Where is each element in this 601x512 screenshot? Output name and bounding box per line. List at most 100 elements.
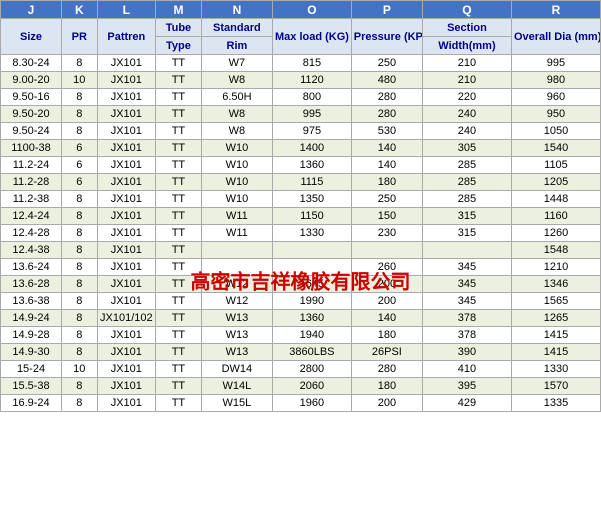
col-o-letter: O [272, 1, 351, 19]
table-cell: 12.4-38 [1, 242, 62, 259]
table-cell: JX101 [97, 106, 155, 123]
table-cell: 305 [422, 140, 511, 157]
table-cell: 995 [511, 55, 600, 72]
table-cell: JX101 [97, 89, 155, 106]
table-cell: 1570 [511, 378, 600, 395]
table-cell: 8 [62, 395, 98, 412]
table-cell: 140 [351, 157, 422, 174]
table-cell: 11.2-38 [1, 191, 62, 208]
table-cell: W11 [201, 208, 272, 225]
table-cell: W13 [201, 310, 272, 327]
table-cell: 975 [272, 123, 351, 140]
table-cell: JX101 [97, 191, 155, 208]
rim-subheader: Rim [201, 37, 272, 55]
table-row: 11.2-246JX101TTW1013601402851105 [1, 157, 601, 174]
table-cell: TT [156, 327, 202, 344]
maxload-header: Max load (KG) [272, 19, 351, 55]
table-cell: 285 [422, 157, 511, 174]
table-cell: TT [156, 174, 202, 191]
table-cell: 1940 [272, 327, 351, 344]
table-cell: JX101 [97, 276, 155, 293]
table-cell: W10 [201, 140, 272, 157]
table-cell: 14.9-28 [1, 327, 62, 344]
table-row: 11.2-388JX101TTW1013502502851448 [1, 191, 601, 208]
table-cell: 13.6-38 [1, 293, 62, 310]
table-cell: W13 [201, 327, 272, 344]
column-letters-row: J K L M N O P Q R [1, 1, 601, 19]
table-cell: JX101 [97, 361, 155, 378]
table-cell: 1260 [511, 225, 600, 242]
table-cell: 980 [511, 72, 600, 89]
table-cell: 8 [62, 191, 98, 208]
table-cell: W8 [201, 106, 272, 123]
table-cell: 6 [62, 174, 98, 191]
table-cell: JX101 [97, 174, 155, 191]
table-cell: 9.00-20 [1, 72, 62, 89]
table-cell [351, 242, 422, 259]
table-cell: 140 [351, 140, 422, 157]
table-cell [201, 259, 272, 276]
table-cell: W11 [201, 225, 272, 242]
table-cell: 1565 [511, 293, 600, 310]
table-cell: 395 [422, 378, 511, 395]
col-l-letter: L [97, 1, 155, 19]
table-cell: 1350 [272, 191, 351, 208]
table-cell: DW14 [201, 361, 272, 378]
table-cell: 2800 [272, 361, 351, 378]
table-cell: 12.4-24 [1, 208, 62, 225]
table-cell [422, 242, 511, 259]
table-cell: JX101 [97, 378, 155, 395]
table-cell: 345 [422, 276, 511, 293]
table-cell: 390 [422, 344, 511, 361]
table-cell: 6 [62, 157, 98, 174]
table-cell: 1335 [511, 395, 600, 412]
table-cell: 530 [351, 123, 422, 140]
table-cell: 9.50-24 [1, 123, 62, 140]
spreadsheet-container: J K L M N O P Q R Size PR Pattren Tube S… [0, 0, 601, 412]
table-cell: W10 [201, 191, 272, 208]
table-cell: JX101/102 [97, 310, 155, 327]
table-cell: 16.9-24 [1, 395, 62, 412]
table-cell: 280 [351, 89, 422, 106]
table-cell: 180 [351, 327, 422, 344]
table-cell: 815 [272, 55, 351, 72]
table-cell: TT [156, 310, 202, 327]
data-table: J K L M N O P Q R Size PR Pattren Tube S… [0, 0, 601, 412]
table-cell: JX101 [97, 55, 155, 72]
table-cell: 285 [422, 191, 511, 208]
col-k-letter: K [62, 1, 98, 19]
table-cell: 240 [422, 123, 511, 140]
table-cell: 1100-38 [1, 140, 62, 157]
pressure-header: Pressure (KPa) [351, 19, 422, 55]
tube-header: Tube [156, 19, 202, 37]
table-cell: 1265 [511, 310, 600, 327]
table-cell: 8 [62, 276, 98, 293]
table-cell: JX101 [97, 123, 155, 140]
table-cell: 1415 [511, 344, 600, 361]
table-cell: 200 [351, 293, 422, 310]
table-cell: 8 [62, 208, 98, 225]
table-cell: 1415 [511, 327, 600, 344]
table-cell: 1205 [511, 174, 600, 191]
table-row: 15-2410JX101TTDW1428002804101330 [1, 361, 601, 378]
table-cell: 140 [351, 310, 422, 327]
col-m-letter: M [156, 1, 202, 19]
table-cell: 13.6-24 [1, 259, 62, 276]
table-cell: W10 [201, 157, 272, 174]
table-cell: 240 [422, 106, 511, 123]
table-cell: 950 [511, 106, 600, 123]
column-names-row: Size PR Pattren Tube Standard Max load (… [1, 19, 601, 37]
table-row: 12.4-388JX101TT1548 [1, 242, 601, 259]
col-q-letter: Q [422, 1, 511, 19]
table-cell: 8 [62, 106, 98, 123]
table-cell: 315 [422, 225, 511, 242]
table-row: 16.9-248JX101TTW15L19602004291335 [1, 395, 601, 412]
table-cell: TT [156, 242, 202, 259]
table-cell: JX101 [97, 208, 155, 225]
overall-header: Overall Dia (mm) [511, 19, 600, 55]
table-row: 9.50-168JX101TT6.50H800280220960 [1, 89, 601, 106]
table-row: 9.00-2010JX101TTW81120480210980 [1, 72, 601, 89]
table-cell: 345 [422, 293, 511, 310]
table-cell: 200 [351, 276, 422, 293]
table-cell: 8 [62, 259, 98, 276]
